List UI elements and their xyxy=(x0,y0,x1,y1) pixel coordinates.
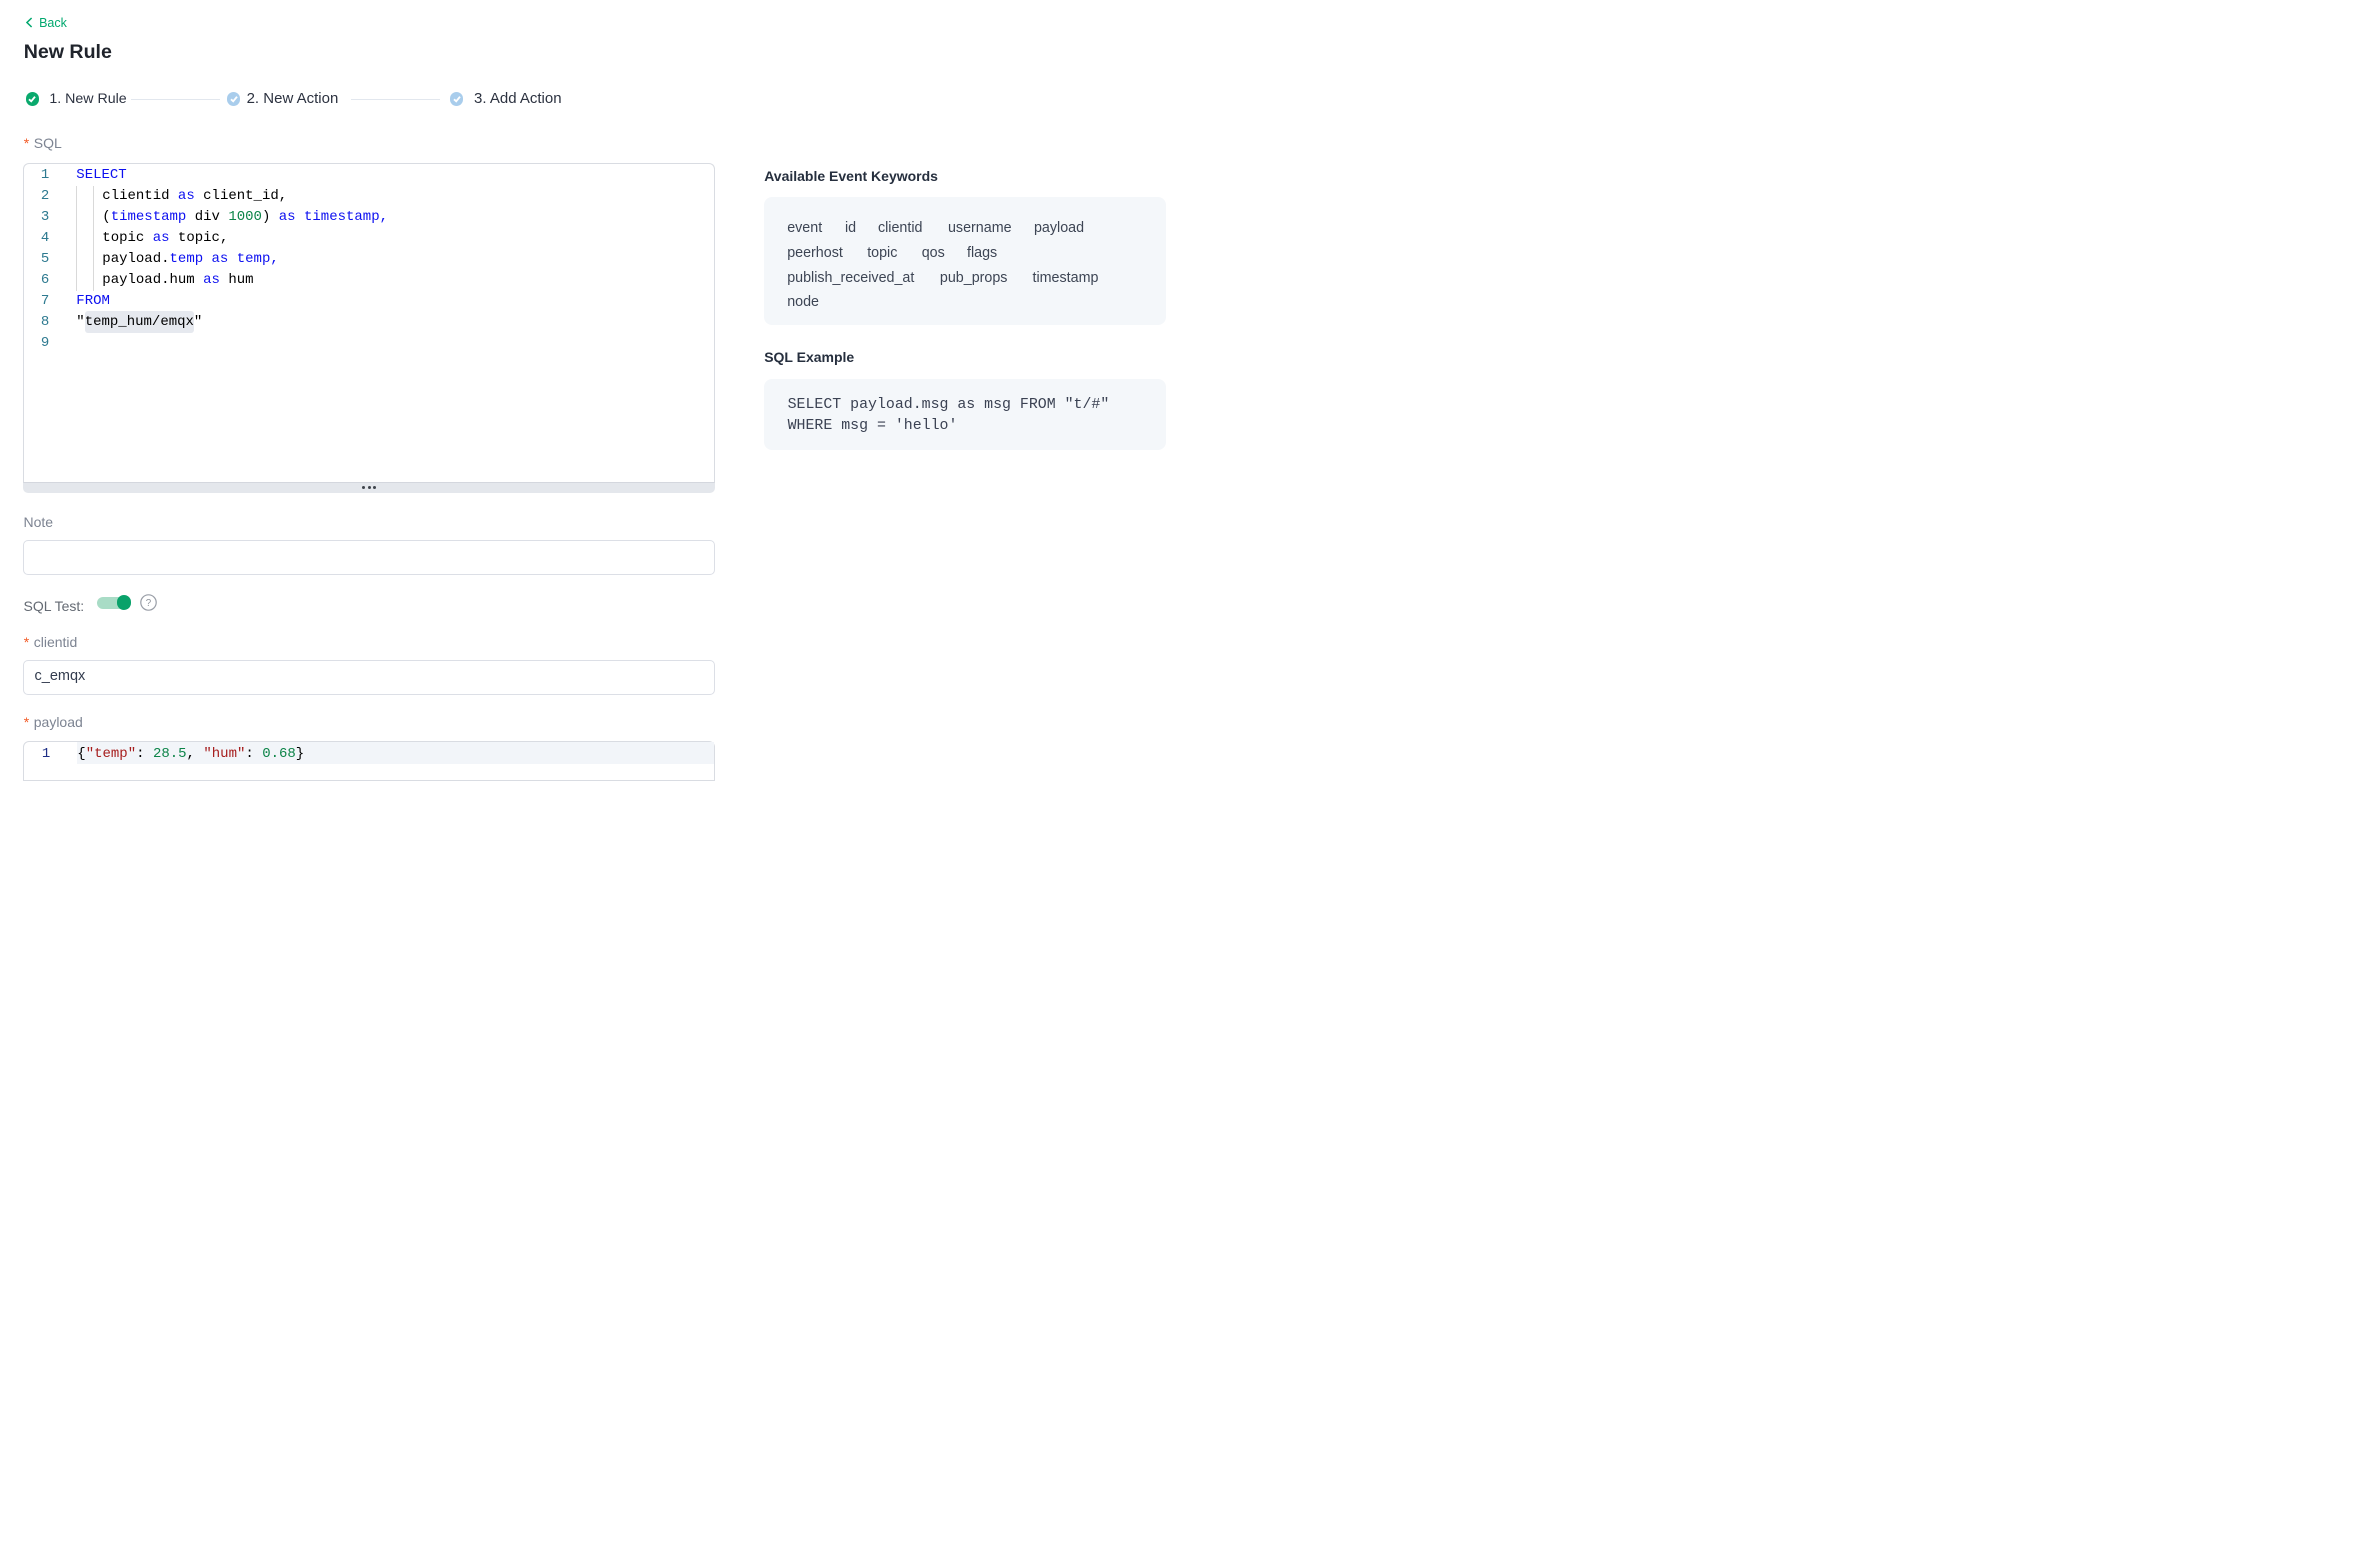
svg-text:?: ? xyxy=(145,597,151,608)
